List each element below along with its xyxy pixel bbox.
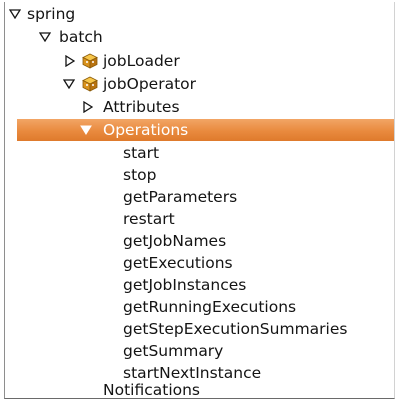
tree-node-spring[interactable]: spring bbox=[5, 3, 394, 25]
tree-node-notifications[interactable]: Notifications bbox=[5, 379, 394, 399]
mbean-tree-panel: spring batch jobLoader jobOperator Attri… bbox=[4, 2, 395, 399]
tree-node-label: getStepExecutionSummaries bbox=[123, 320, 348, 338]
tree-node-label: Notifications bbox=[103, 381, 201, 399]
tree-node-batch[interactable]: batch bbox=[5, 26, 394, 48]
operation-item-getsummary[interactable]: getSummary bbox=[5, 340, 394, 362]
operation-item-getjobinstances[interactable]: getJobInstances bbox=[5, 274, 394, 296]
tree-node-label: jobLoader bbox=[103, 52, 180, 70]
collapsed-triangle-icon[interactable] bbox=[83, 96, 95, 118]
tree-node-label: batch bbox=[59, 28, 103, 46]
operation-item-getexecutions[interactable]: getExecutions bbox=[5, 252, 394, 274]
operation-item-restart[interactable]: restart bbox=[5, 208, 394, 230]
operation-item-getstepexecutionsummaries[interactable]: getStepExecutionSummaries bbox=[5, 318, 394, 340]
tree-node-jobloader[interactable]: jobLoader bbox=[5, 50, 394, 72]
tree-node-operations[interactable]: Operations bbox=[17, 119, 394, 141]
tree-node-label: getParameters bbox=[123, 188, 238, 206]
operation-item-getrunningexecutions[interactable]: getRunningExecutions bbox=[5, 296, 394, 318]
mbean-icon bbox=[82, 76, 98, 92]
tree-node-label: getJobNames bbox=[123, 232, 227, 250]
tree-node-attributes[interactable]: Attributes bbox=[5, 96, 394, 118]
operation-item-getjobnames[interactable]: getJobNames bbox=[5, 230, 394, 252]
tree-node-label: spring bbox=[27, 5, 76, 23]
expanded-triangle-icon[interactable] bbox=[9, 3, 21, 25]
tree-node-label: jobOperator bbox=[103, 75, 197, 93]
tree-node-label: getExecutions bbox=[123, 254, 233, 272]
tree-node-label: start bbox=[123, 144, 160, 162]
tree-node-label: stop bbox=[123, 166, 157, 184]
tree-node-label: Operations bbox=[103, 121, 189, 139]
tree-node-joboperator[interactable]: jobOperator bbox=[5, 73, 394, 95]
operation-item-getparameters[interactable]: getParameters bbox=[5, 186, 394, 208]
mbean-icon bbox=[82, 53, 98, 69]
tree-node-label: getSummary bbox=[123, 342, 224, 360]
tree-node-label: Attributes bbox=[103, 98, 180, 116]
tree-node-label: getJobInstances bbox=[123, 276, 247, 294]
expanded-triangle-icon[interactable] bbox=[39, 26, 51, 48]
collapsed-triangle-icon[interactable] bbox=[65, 50, 77, 72]
operation-item-start[interactable]: start bbox=[5, 142, 394, 164]
operation-item-stop[interactable]: stop bbox=[5, 164, 394, 186]
tree-node-label: getRunningExecutions bbox=[123, 298, 297, 316]
expanded-triangle-icon[interactable] bbox=[80, 119, 92, 141]
expanded-triangle-icon[interactable] bbox=[63, 73, 75, 95]
tree-node-label: restart bbox=[123, 210, 175, 228]
